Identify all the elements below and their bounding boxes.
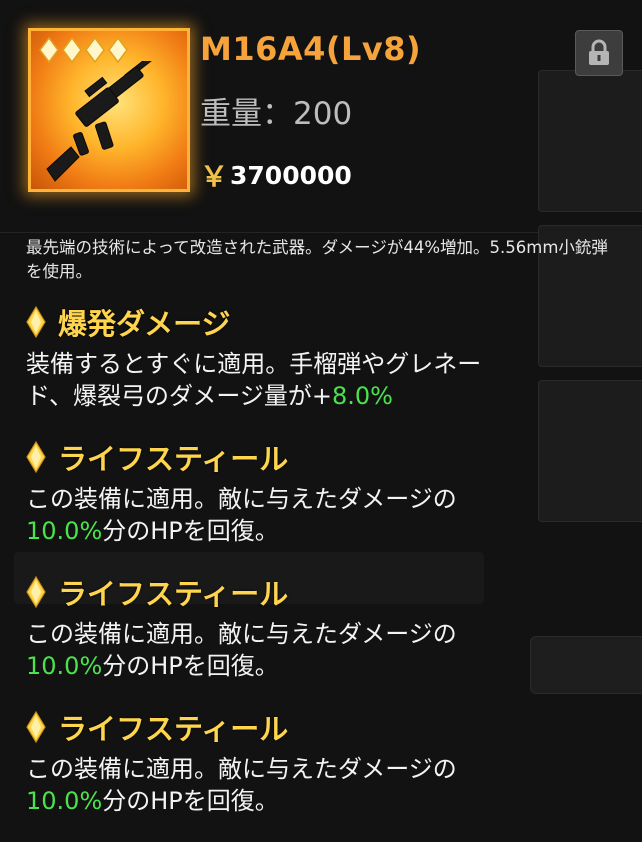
skill-title: 爆発ダメージ — [58, 307, 231, 341]
diamond-icon — [26, 576, 46, 608]
skill-line: この装備に適用。敵に与えたダメージの — [26, 485, 457, 513]
lock-button[interactable] — [575, 30, 623, 76]
diamond-icon — [26, 441, 46, 473]
item-image-frame — [28, 28, 190, 192]
item-detail-panel: M16A4(Lv8) 重量：200 ￥ 3700000 最先端の技術によって改造… — [0, 0, 642, 842]
price-value: 3700000 — [230, 160, 352, 190]
skill-description: この装備に適用。敵に与えたダメージの 10.0%分のHPを回復。 — [26, 483, 626, 547]
skill-line: この装備に適用。敵に与えたダメージの — [26, 755, 457, 783]
skill-text: ド、爆裂弓のダメージ量が+ — [26, 382, 332, 410]
skill-description: この装備に適用。敵に与えたダメージの 10.0%分のHPを回復。 — [26, 753, 626, 817]
skill-value: 10.0% — [26, 652, 103, 680]
weapon-name: M16A4(Lv8) — [200, 30, 422, 68]
skill-explosive-damage: 爆発ダメージ 装備するとすぐに適用。手榴弾やグレネー ド、爆裂弓のダメージ量が+… — [26, 302, 626, 412]
skill-line: 10.0%分のHPを回復。 — [26, 515, 626, 547]
skill-description: この装備に適用。敵に与えたダメージの 10.0%分のHPを回復。 — [26, 618, 626, 682]
skill-text: 分のHPを回復。 — [102, 787, 279, 815]
skill-text: 分のHPを回復。 — [102, 652, 279, 680]
diamond-star-icon — [85, 37, 105, 63]
diamond-icon — [26, 711, 46, 743]
skill-title: ライフスティール — [58, 442, 289, 476]
skill-text: 分のHPを回復。 — [102, 517, 279, 545]
skill-life-steal: ライフスティール この装備に適用。敵に与えたダメージの 10.0%分のHPを回復… — [26, 437, 626, 547]
rifle-icon — [46, 61, 169, 182]
skill-value: 8.0% — [331, 382, 393, 410]
lock-icon — [589, 39, 609, 65]
skill-line: 10.0%分のHPを回復。 — [26, 650, 626, 682]
skill-life-steal: ライフスティール この装備に適用。敵に与えたダメージの 10.0%分のHPを回復… — [26, 707, 626, 817]
skill-description: 装備するとすぐに適用。手榴弾やグレネー ド、爆裂弓のダメージ量が+8.0% — [26, 348, 626, 412]
skill-line: 10.0%分のHPを回復。 — [26, 785, 626, 817]
item-description: 最先端の技術によって改造された武器。ダメージが44%増加。5.56mm小銃弾を使… — [26, 238, 608, 281]
skill-life-steal: ライフスティール この装備に適用。敵に与えたダメージの 10.0%分のHPを回復… — [26, 572, 626, 682]
skill-title: ライフスティール — [58, 712, 289, 746]
rarity-stars — [39, 37, 128, 63]
diamond-star-icon — [108, 37, 128, 63]
weight-label: 重量：200 — [200, 96, 353, 132]
price-row: ￥ 3700000 — [200, 155, 352, 195]
skill-line: ド、爆裂弓のダメージ量が+8.0% — [26, 380, 626, 412]
diamond-icon — [26, 306, 46, 338]
skill-line: この装備に適用。敵に与えたダメージの — [26, 620, 457, 648]
skill-value: 10.0% — [26, 517, 103, 545]
diamond-star-icon — [62, 37, 82, 63]
skill-value: 10.0% — [26, 787, 103, 815]
diamond-star-icon — [39, 37, 59, 63]
skill-line: 装備するとすぐに適用。手榴弾やグレネー — [26, 350, 482, 378]
currency-symbol: ￥ — [200, 160, 229, 193]
skill-title: ライフスティール — [58, 577, 289, 611]
